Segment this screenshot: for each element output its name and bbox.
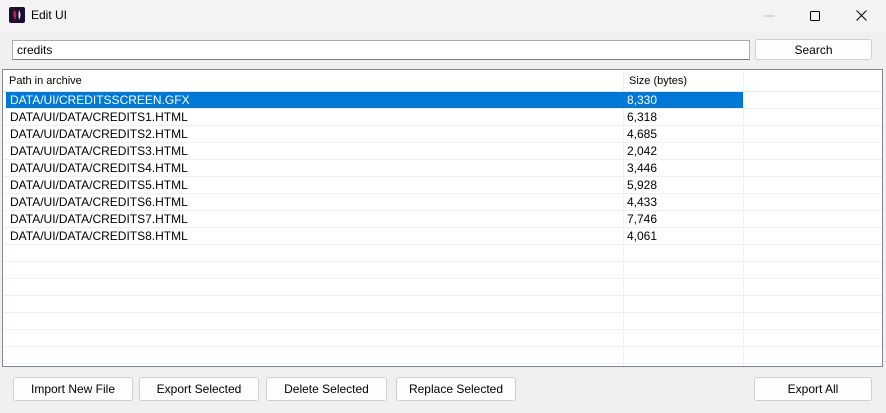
table-row[interactable]: DATA/UI/DATA/CREDITS7.HTML 7,746 bbox=[3, 211, 882, 228]
empty-row bbox=[3, 262, 882, 279]
empty-row bbox=[3, 296, 882, 313]
maximize-icon bbox=[810, 10, 820, 21]
table-row[interactable]: DATA/UI/DATA/CREDITS6.HTML 4,433 bbox=[3, 194, 882, 211]
export-all-button[interactable]: Export All bbox=[754, 377, 872, 401]
table-row[interactable]: DATA/UI/DATA/CREDITS8.HTML 4,061 bbox=[3, 228, 882, 245]
table-row[interactable]: DATA/UI/DATA/CREDITS5.HTML 5,928 bbox=[3, 177, 882, 194]
file-list[interactable]: Path in archive Size (bytes) DATA/UI/CRE… bbox=[2, 69, 883, 367]
empty-row bbox=[3, 313, 882, 330]
minimize-icon bbox=[764, 15, 774, 16]
import-new-file-button[interactable]: Import New File bbox=[13, 377, 133, 401]
table-row[interactable]: DATA/UI/CREDITSSCREEN.GFX 8,330 bbox=[3, 92, 882, 109]
table-row[interactable]: DATA/UI/DATA/CREDITS4.HTML 3,446 bbox=[3, 160, 882, 177]
path-cell: DATA/UI/DATA/CREDITS4.HTML bbox=[10, 161, 188, 175]
table-row[interactable]: DATA/UI/DATA/CREDITS3.HTML 2,042 bbox=[3, 143, 882, 160]
size-cell: 5,928 bbox=[627, 178, 658, 192]
app-icon bbox=[9, 7, 25, 23]
size-cell: 3,446 bbox=[627, 161, 658, 175]
size-cell: 4,433 bbox=[627, 195, 658, 209]
size-cell: 7,746 bbox=[627, 212, 658, 226]
close-button[interactable] bbox=[838, 0, 884, 31]
table-row[interactable]: DATA/UI/DATA/CREDITS2.HTML 4,685 bbox=[3, 126, 882, 143]
replace-selected-button[interactable]: Replace Selected bbox=[396, 377, 516, 401]
window-title: Edit UI bbox=[31, 8, 68, 22]
path-cell: DATA/UI/DATA/CREDITS3.HTML bbox=[10, 144, 188, 158]
size-cell: 4,685 bbox=[627, 127, 658, 141]
size-cell: 6,318 bbox=[627, 110, 658, 124]
minimize-button[interactable] bbox=[746, 0, 792, 31]
column-header-size[interactable]: Size (bytes) bbox=[623, 70, 743, 91]
table-row[interactable]: DATA/UI/DATA/CREDITS1.HTML 6,318 bbox=[3, 109, 882, 126]
path-cell: DATA/UI/DATA/CREDITS7.HTML bbox=[10, 212, 188, 226]
maximize-button[interactable] bbox=[792, 0, 838, 31]
empty-row bbox=[3, 330, 882, 347]
delete-selected-button[interactable]: Delete Selected bbox=[266, 377, 387, 401]
size-cell: 2,042 bbox=[627, 144, 658, 158]
path-cell: DATA/UI/DATA/CREDITS6.HTML bbox=[10, 195, 188, 209]
list-header: Path in archive Size (bytes) bbox=[3, 70, 882, 92]
title-bar: Edit UI bbox=[0, 0, 886, 31]
empty-row bbox=[3, 279, 882, 296]
search-input[interactable] bbox=[12, 40, 750, 60]
empty-row bbox=[3, 347, 882, 364]
close-icon bbox=[855, 10, 867, 21]
size-cell: 8,330 bbox=[623, 92, 743, 108]
column-header-path[interactable]: Path in archive bbox=[3, 70, 623, 91]
empty-row bbox=[3, 245, 882, 262]
path-cell: DATA/UI/DATA/CREDITS8.HTML bbox=[10, 229, 188, 243]
path-cell: DATA/UI/DATA/CREDITS5.HTML bbox=[10, 178, 188, 192]
path-cell: DATA/UI/DATA/CREDITS1.HTML bbox=[10, 110, 188, 124]
path-cell: DATA/UI/CREDITSSCREEN.GFX bbox=[6, 92, 623, 108]
search-button[interactable]: Search bbox=[755, 39, 872, 60]
size-cell: 4,061 bbox=[627, 229, 658, 243]
path-cell: DATA/UI/DATA/CREDITS2.HTML bbox=[10, 127, 188, 141]
export-selected-button[interactable]: Export Selected bbox=[139, 377, 259, 401]
